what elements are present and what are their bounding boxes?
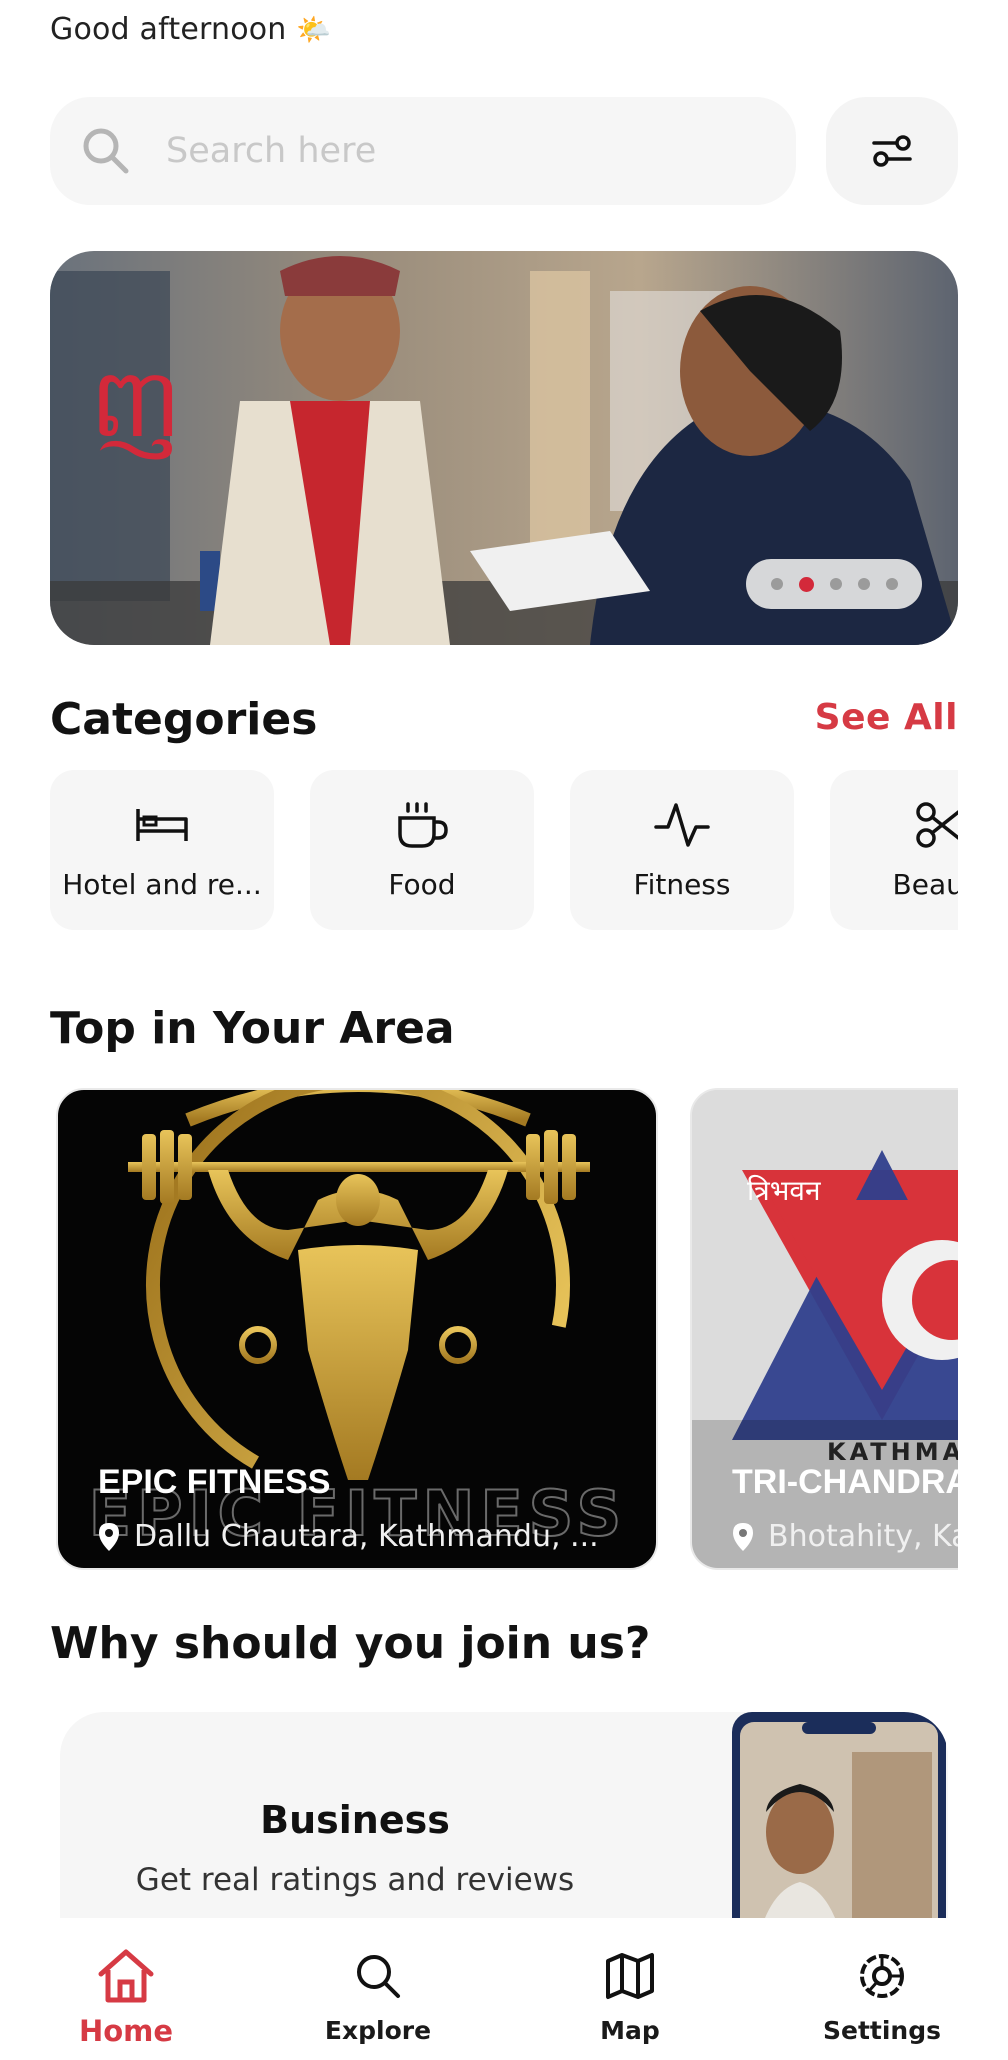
category-label: Food	[388, 868, 456, 901]
location-pin-icon	[99, 1522, 119, 1551]
settings-gear-icon	[860, 1954, 904, 1998]
place-location: Bhotahity, Ka	[732, 1519, 958, 1554]
svg-text:त्रिभवन: त्रिभवन	[747, 1174, 821, 1207]
see-all-link[interactable]: See All	[815, 697, 958, 738]
nav-map[interactable]: Map	[504, 1918, 756, 2060]
promo-banner-carousel[interactable]: ញ	[50, 251, 958, 645]
category-label: Beauty	[892, 868, 958, 901]
filter-sliders-icon	[872, 135, 912, 167]
category-label: Fitness	[633, 868, 731, 901]
place-name: EPIC FITNESS	[98, 1463, 331, 1501]
search-bar[interactable]	[50, 97, 796, 205]
place-card-epic-fitness[interactable]: EPIC FITNESS EPIC FITNESS Dallu Chautara…	[56, 1088, 658, 1570]
category-fitness[interactable]: Fitness	[570, 770, 794, 930]
activity-pulse-icon	[654, 803, 710, 847]
map-icon	[606, 1953, 654, 1999]
place-card-tri-chandra[interactable]: त्रिभवन KATHMANDU TRI-CHANDRA Bhotahity,…	[690, 1088, 958, 1570]
top-area-heading: Top in Your Area	[50, 1003, 455, 1054]
carousel-dot-active[interactable]	[798, 576, 814, 592]
scissors-icon	[916, 802, 958, 848]
business-card-description: Get real ratings and reviews	[135, 1862, 575, 1898]
greeting: Good afternoon 🌤️	[50, 12, 331, 47]
place-location-text: Bhotahity, Ka	[768, 1519, 958, 1554]
carousel-dot[interactable]	[770, 578, 783, 590]
category-label: Hotel and re...	[62, 868, 262, 901]
nav-label: Settings	[822, 2016, 941, 2045]
search-input[interactable]	[166, 131, 726, 171]
filter-button[interactable]	[826, 97, 958, 205]
nav-label: Home	[78, 2014, 174, 2048]
carousel-dot[interactable]	[829, 578, 842, 590]
top-places-list: EPIC FITNESS EPIC FITNESS Dallu Chautara…	[50, 1088, 958, 1572]
place-location-text: Dallu Chautara, Kathmandu, ...	[134, 1519, 599, 1554]
category-beauty[interactable]: Beauty	[830, 770, 958, 930]
home-icon	[98, 1949, 154, 2003]
nav-label: Map	[600, 2016, 660, 2045]
location-pin-icon	[733, 1522, 753, 1551]
category-food[interactable]: Food	[310, 770, 534, 930]
nav-explore[interactable]: Explore	[252, 1918, 504, 2060]
bed-icon	[136, 809, 188, 841]
carousel-dot[interactable]	[857, 578, 870, 590]
business-card-title: Business	[260, 1798, 450, 1842]
nav-label: Explore	[324, 2016, 432, 2045]
place-name: TRI-CHANDRA	[732, 1463, 958, 1501]
carousel-dot[interactable]	[885, 578, 898, 590]
bottom-navigation: Home Explore Map Settings	[0, 1918, 1008, 2060]
why-join-heading: Why should you join us?	[50, 1618, 651, 1669]
search-icon	[83, 128, 129, 174]
nav-settings[interactable]: Settings	[756, 1918, 1008, 2060]
coffee-cup-icon	[398, 802, 448, 848]
greeting-text: Good afternoon	[50, 12, 287, 47]
category-hotel[interactable]: Hotel and re...	[50, 770, 274, 930]
nav-home[interactable]: Home	[0, 1918, 252, 2060]
sun-cloud-emoji: 🌤️	[296, 13, 332, 46]
search-icon	[357, 1955, 400, 1998]
categories-heading: Categories	[50, 694, 318, 745]
carousel-indicator	[746, 559, 922, 609]
place-location: Dallu Chautara, Kathmandu, ...	[98, 1519, 599, 1554]
categories-list: Hotel and re... Food Fitness Beau	[50, 770, 958, 932]
svg-text:ញ: ញ	[90, 347, 181, 460]
